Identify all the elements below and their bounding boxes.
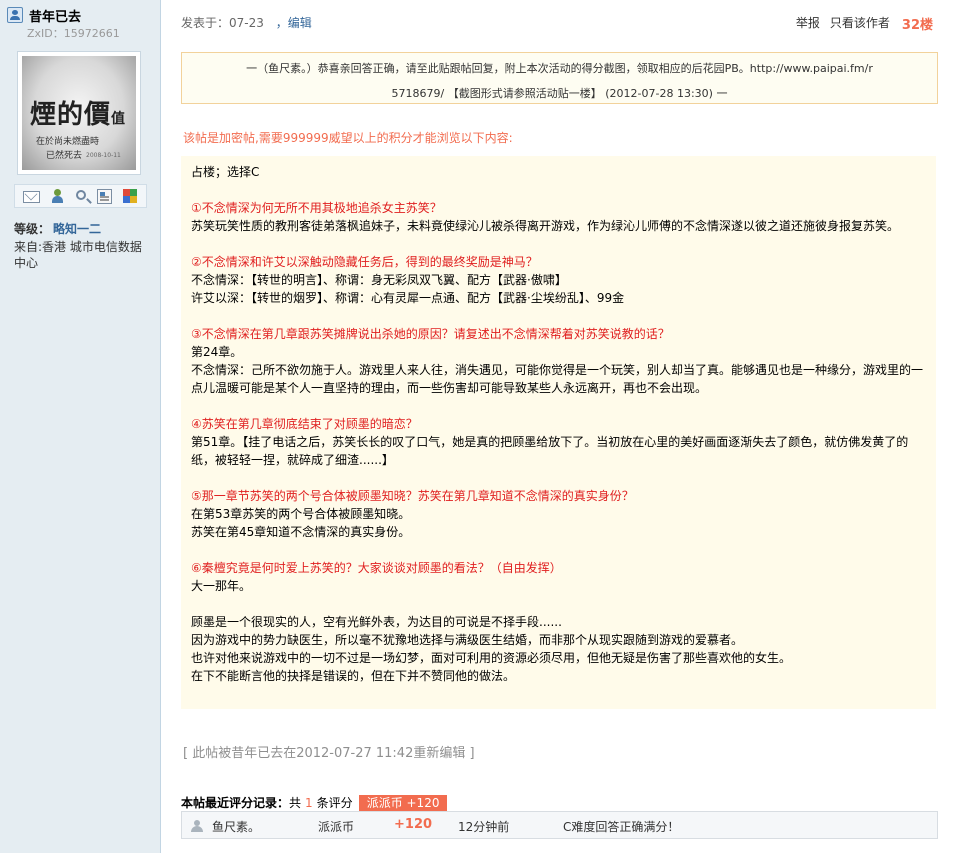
answer-6d: 也许对他来说游戏中的一切不过是一场幻梦，面对可利用的资源必须尽用，但他无疑是伤害…: [191, 651, 792, 665]
rating-currency: 派派币: [318, 820, 355, 834]
avatar-line1: 在於尚未燃盡時: [36, 137, 100, 147]
rating-header: 本帖最近评分记录： 共 1 条评分 派派币 +120: [181, 794, 448, 811]
avatar-line2: 已然死去: [46, 151, 83, 161]
rater-user-icon: [190, 820, 204, 832]
question-3: ③不念情深在第几章跟苏笑摊牌说出杀她的原因？请复述出不念情深帮着对苏笑说教的话？: [191, 327, 670, 341]
author-action-icons: [14, 184, 147, 208]
answer-6b: 顾墨是一个很现实的人，空有光鲜外表，为达目的可说是不择手段......: [191, 615, 562, 629]
report-link[interactable]: 举报: [796, 14, 820, 33]
answer-3b: 不念情深：己所不欲勿施于人。游戏里人来人往，消失遇见，可能你觉得是一个玩笑，别人…: [191, 363, 924, 395]
notice-line2: 5718679/ 【截图形式请参照活动贴一楼】 (2012-07-28 13:3…: [391, 87, 728, 100]
only-author-link[interactable]: 只看该作者: [830, 14, 890, 33]
answer-2b: 许艾以深：【转世的烟罗】、称谓：心有灵犀一点通、配方【武器·尘埃纷乱】、99金: [191, 291, 625, 305]
question-1: ①不念情深为何无所不用其极地追杀女主苏笑？: [191, 201, 442, 215]
answer-3a: 第24章。: [191, 345, 243, 359]
avatar-date: 2008-10-11: [86, 152, 121, 159]
answer-2a: 不念情深：【转世的明言】、称谓：身无彩凤双飞翼、配方【武器·傲啸】: [191, 273, 567, 287]
rating-total-badge: 派派币 +120: [358, 794, 448, 811]
rating-reason: C难度回答正确满分！: [563, 820, 680, 834]
notice-line1: 一（鱼尺素。）恭喜亲回答正确，请至此贴跟帖回复，附上本次活动的得分截图，领取相应…: [246, 62, 873, 75]
floor-number[interactable]: 32楼: [902, 14, 933, 33]
rating-count: 1: [305, 795, 313, 810]
answer-6c: 因为游戏中的势力缺医生，所以毫不犹豫地选择与满级医生结婚，而非那个从现实跟随到游…: [191, 633, 744, 647]
admin-notice: 一（鱼尺素。）恭喜亲回答正确，请至此贴跟帖回复，附上本次活动的得分截图，领取相应…: [181, 52, 938, 104]
level-value[interactable]: 略知一二: [53, 222, 101, 236]
post-date: 发表于：07-23: [181, 16, 264, 30]
avatar[interactable]: 煙的價值 在於尚未燃盡時 已然死去 2008-10-11: [17, 51, 141, 175]
answer-6e: 在下不能断言他的抉择是错误的，但在下并不赞同他的做法。: [191, 669, 516, 683]
search-icon[interactable]: [76, 190, 87, 200]
avatar-big-text: 煙的價: [30, 100, 112, 130]
rating-count-suffix: 条评分: [316, 796, 353, 810]
question-4: ④苏笑在第几章彻底结束了对顾墨的暗恋？: [191, 417, 418, 431]
question-5: ⑤那一章节苏笑的两个号合体被顾墨知晓？苏笑在第几章知道不念情深的真实身份？: [191, 489, 634, 503]
author-level: 等级： 略知一二: [14, 220, 101, 237]
author-name[interactable]: 昔年已去: [29, 6, 81, 25]
avatar-title-text: 煙的價值: [30, 94, 126, 131]
mail-icon[interactable]: [23, 191, 41, 203]
avatar-big-text-small: 值: [111, 111, 127, 127]
rating-score: +120: [394, 817, 433, 832]
answer-5a: 在第53章苏笑的两个号合体被顾墨知晓。: [191, 507, 411, 521]
rating-row: 鱼尺素。 派派币 +120 12分钟前 C难度回答正确满分！: [181, 811, 938, 839]
post-actions: 举报 只看该作者 32楼: [796, 14, 933, 33]
rater-name[interactable]: 鱼尺素。: [212, 818, 260, 835]
profile-card-icon[interactable]: [96, 188, 112, 204]
post-content: 占楼；选择C ①不念情深为何无所不用其极地追杀女主苏笑？ 苏笑玩笑性质的教刑客徒…: [181, 156, 936, 709]
edit-link[interactable]: ，编辑: [276, 16, 312, 30]
user-icon: [7, 7, 23, 23]
level-label: 等级：: [14, 222, 51, 236]
avatar-image: 煙的價值 在於尚未燃盡時 已然死去 2008-10-11: [22, 56, 136, 170]
author-sidebar: 昔年已去 ZxID：15972661 煙的價值 在於尚未燃盡時 已然死去 200…: [0, 0, 161, 853]
question-6: ⑥秦檀究竟是何时爱上苏笑的？大家谈谈对顾墨的看法？（自由发挥）: [191, 561, 562, 575]
add-friend-icon[interactable]: [50, 188, 66, 204]
content-line: 占楼；选择C: [191, 165, 260, 179]
answer-1: 苏笑玩笑性质的教刑客徒弟落枫追妹子，未料竟使绿沁儿被杀得离开游戏，作为绿沁儿师傅…: [191, 219, 900, 233]
rating-count-prefix: 共: [289, 796, 302, 810]
author-location: 来自:香港 城市电信数据中心: [14, 240, 142, 270]
rating-title: 本帖最近评分记录：: [181, 796, 290, 810]
rating-time: 12分钟前: [458, 820, 510, 834]
post-meta: 发表于：07-23 ，编辑: [181, 14, 312, 31]
encrypted-post-note: 该帖是加密帖,需要999999威望以上的积分才能浏览以下内容:: [183, 131, 513, 145]
question-2: ②不念情深和许艾以深触动隐藏任务后，得到的最终奖励是神马？: [191, 255, 538, 269]
author-name-row[interactable]: 昔年已去: [7, 6, 81, 25]
author-zxid: ZxID：15972661: [27, 27, 120, 40]
apps-icon[interactable]: [122, 188, 138, 204]
edited-note: [ 此帖被昔年已去在2012-07-27 11:42重新编辑 ]: [183, 746, 475, 761]
answer-6a: 大一那年。: [191, 579, 252, 593]
answer-4: 第51章。【挂了电话之后，苏笑长长的叹了口气，她是真的把顾墨给放下了。当初放在心…: [191, 435, 909, 467]
answer-5b: 苏笑在第45章知道不念情深的真实身份。: [191, 525, 411, 539]
